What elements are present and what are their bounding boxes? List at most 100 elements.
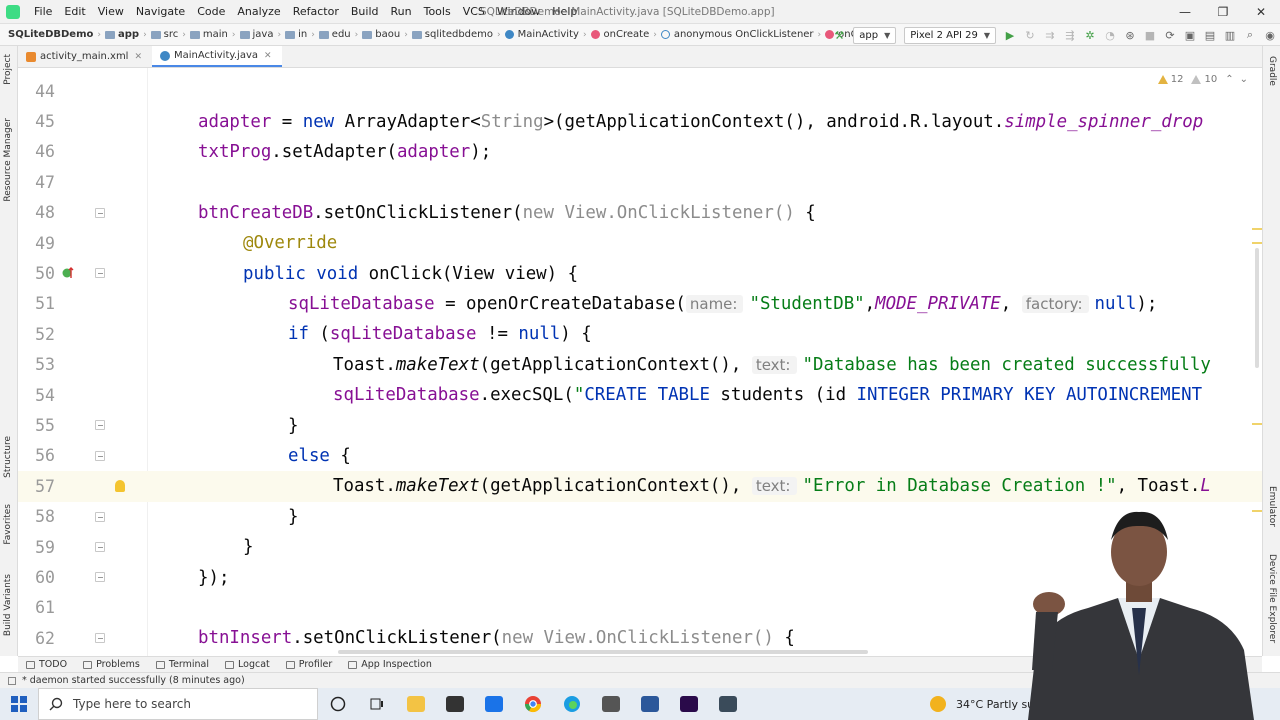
debug-icon[interactable]: ✲ bbox=[1080, 25, 1100, 45]
horizontal-scrollbar[interactable] bbox=[338, 650, 868, 654]
run-icon[interactable]: ▶ bbox=[1000, 25, 1020, 45]
apply-code-changes-icon[interactable]: ⇶ bbox=[1060, 25, 1080, 45]
task-view-icon[interactable] bbox=[357, 688, 396, 720]
vertical-scrollbar[interactable] bbox=[1255, 248, 1259, 368]
fold-toggle-icon[interactable] bbox=[95, 420, 105, 431]
code-text: } bbox=[243, 537, 254, 558]
anonymous-class-icon bbox=[660, 30, 670, 39]
breadcrumb-edu[interactable]: edu bbox=[316, 29, 354, 40]
code-line: 49 @Override bbox=[18, 228, 1262, 258]
layout-inspector-icon[interactable]: ▥ bbox=[1220, 25, 1240, 45]
identifier: sqLiteDatabase bbox=[288, 293, 435, 314]
attach-debugger-icon[interactable]: ⊛ bbox=[1120, 25, 1140, 45]
menu-run[interactable]: Run bbox=[385, 0, 418, 24]
breadcrumb-in[interactable]: in bbox=[282, 29, 310, 40]
maximize-button[interactable]: ❐ bbox=[1204, 0, 1242, 24]
menu-code[interactable]: Code bbox=[191, 0, 231, 24]
project-tool-button[interactable]: Project bbox=[3, 54, 13, 85]
hammer-icon[interactable]: ⚒ bbox=[829, 25, 849, 45]
fold-toggle-icon[interactable] bbox=[95, 572, 105, 583]
file-explorer-icon[interactable] bbox=[396, 688, 435, 720]
menu-refactor[interactable]: Refactor bbox=[287, 0, 345, 24]
menu-file[interactable]: File bbox=[28, 0, 58, 24]
tab-activity-main-xml[interactable]: activity_main.xml ✕ bbox=[18, 46, 152, 67]
folder-icon bbox=[411, 30, 422, 39]
close-icon[interactable]: ✕ bbox=[134, 52, 142, 62]
rerun-icon[interactable]: ↻ bbox=[1020, 25, 1040, 45]
run-configuration-select[interactable]: app ▼ bbox=[853, 26, 897, 44]
chrome-icon[interactable] bbox=[513, 688, 552, 720]
code-line: 51 sqLiteDatabase = openOrCreateDatabase… bbox=[18, 289, 1262, 319]
breadcrumb-baou[interactable]: baou bbox=[359, 29, 403, 40]
fold-toggle-icon[interactable] bbox=[95, 450, 105, 461]
taskbar-search-box[interactable]: Type here to search bbox=[38, 688, 318, 720]
close-icon[interactable]: ✕ bbox=[264, 51, 272, 61]
device-file-explorer-tool-button[interactable]: Device File Explorer bbox=[1267, 554, 1277, 643]
app-inspection-tool-button[interactable]: App Inspection bbox=[340, 659, 440, 670]
tab-label: MainActivity.java bbox=[174, 50, 258, 61]
device-select[interactable]: Pixel 2 API 29 ▼ bbox=[904, 26, 996, 44]
breadcrumb-method-oncreate[interactable]: onCreate bbox=[588, 29, 653, 40]
logcat-tool-button[interactable]: Logcat bbox=[217, 659, 278, 670]
apply-changes-icon[interactable]: ⇉ bbox=[1040, 25, 1060, 45]
fold-toggle-icon[interactable] bbox=[95, 633, 105, 644]
breadcrumb-src[interactable]: src bbox=[148, 29, 182, 40]
menu-view[interactable]: View bbox=[92, 0, 130, 24]
emulator-tool-button[interactable]: Emulator bbox=[1267, 486, 1277, 527]
tab-main-activity-java[interactable]: MainActivity.java ✕ bbox=[152, 46, 282, 67]
warning-marker[interactable] bbox=[1252, 228, 1262, 230]
menu-navigate[interactable]: Navigate bbox=[130, 0, 191, 24]
start-button[interactable] bbox=[0, 688, 38, 720]
cortana-icon[interactable] bbox=[318, 688, 357, 720]
line-number: 58 bbox=[35, 507, 55, 527]
breadcrumb-class[interactable]: MainActivity bbox=[502, 29, 582, 40]
lightbulb-icon[interactable] bbox=[115, 480, 125, 493]
mail-icon[interactable] bbox=[474, 688, 513, 720]
stop-icon[interactable]: ■ bbox=[1140, 25, 1160, 45]
line-number: 55 bbox=[35, 416, 55, 436]
breadcrumb-module[interactable]: app bbox=[102, 29, 142, 40]
warning-marker[interactable] bbox=[1252, 242, 1262, 244]
close-button[interactable]: ✕ bbox=[1242, 0, 1280, 24]
edge-icon[interactable] bbox=[552, 688, 591, 720]
build-variants-tool-button[interactable]: Build Variants bbox=[3, 574, 13, 636]
user-icon[interactable]: ◉ bbox=[1260, 25, 1280, 45]
sdk-manager-icon[interactable]: ▤ bbox=[1200, 25, 1220, 45]
fold-toggle-icon[interactable] bbox=[95, 268, 105, 279]
code-token: ); bbox=[1136, 293, 1158, 314]
resource-manager-tool-button[interactable]: Resource Manager bbox=[3, 118, 13, 202]
breadcrumb-anonymous-class[interactable]: anonymous OnClickListener bbox=[658, 29, 817, 40]
premiere-icon[interactable] bbox=[669, 688, 708, 720]
gradle-tool-button[interactable]: Gradle bbox=[1267, 56, 1277, 86]
breadcrumb-project[interactable]: SQLiteDBDemo bbox=[0, 29, 96, 40]
menu-edit[interactable]: Edit bbox=[58, 0, 91, 24]
fold-toggle-icon[interactable] bbox=[95, 511, 105, 522]
menu-analyze[interactable]: Analyze bbox=[231, 0, 286, 24]
favorites-tool-button[interactable]: Favorites bbox=[3, 504, 13, 545]
minimize-button[interactable]: — bbox=[1166, 0, 1204, 24]
menu-tools[interactable]: Tools bbox=[418, 0, 457, 24]
todo-tool-button[interactable]: TODO bbox=[18, 659, 75, 670]
fold-toggle-icon[interactable] bbox=[95, 207, 105, 218]
sync-gradle-icon[interactable]: ⟳ bbox=[1160, 25, 1180, 45]
menu-build[interactable]: Build bbox=[345, 0, 385, 24]
profile-icon[interactable]: ◔ bbox=[1100, 25, 1120, 45]
word-icon[interactable] bbox=[630, 688, 669, 720]
breadcrumb-java[interactable]: java bbox=[237, 29, 277, 40]
breadcrumb-main[interactable]: main bbox=[187, 29, 231, 40]
breadcrumb-package[interactable]: sqlitedbdemo bbox=[409, 29, 496, 40]
store-icon[interactable] bbox=[435, 688, 474, 720]
device-manager-icon[interactable]: ▣ bbox=[1180, 25, 1200, 45]
profiler-tool-button[interactable]: Profiler bbox=[278, 659, 340, 670]
structure-tool-button[interactable]: Structure bbox=[3, 436, 13, 478]
fold-toggle-icon[interactable] bbox=[95, 542, 105, 552]
network-app-icon[interactable] bbox=[591, 688, 630, 720]
run-configuration-value: app bbox=[859, 29, 879, 41]
warning-marker[interactable] bbox=[1252, 423, 1262, 425]
line-number: 52 bbox=[35, 324, 55, 344]
search-icon[interactable]: ⌕ bbox=[1240, 25, 1260, 45]
problems-tool-button[interactable]: Problems bbox=[75, 659, 148, 670]
override-method-icon[interactable] bbox=[62, 267, 74, 279]
android-studio-icon[interactable] bbox=[708, 688, 747, 720]
terminal-tool-button[interactable]: Terminal bbox=[148, 659, 217, 670]
